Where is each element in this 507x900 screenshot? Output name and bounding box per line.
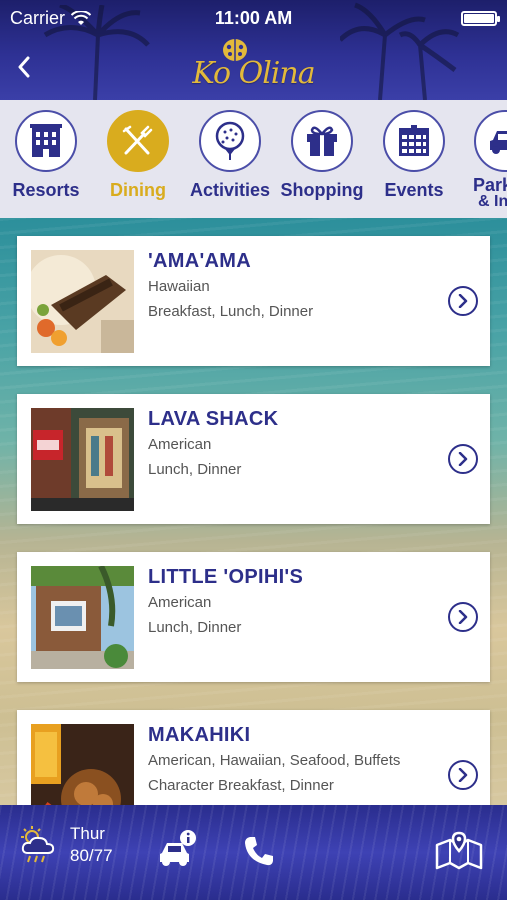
- category-icon-circle: [291, 110, 353, 172]
- battery-fill: [464, 14, 494, 23]
- restaurant-card[interactable]: LAVA SHACK American Lunch, Dinner: [17, 394, 490, 524]
- category-icon-circle: [474, 110, 507, 172]
- restaurant-cuisine: Hawaiian: [148, 278, 210, 295]
- category-icon-circle: [107, 110, 169, 172]
- restaurant-meals: Lunch, Dinner: [148, 619, 242, 636]
- app-header: Carrier 11:00 AM Ko Olina: [0, 0, 507, 100]
- category-icon-circle: [199, 110, 261, 172]
- category-label: Shopping: [280, 180, 364, 200]
- category-label: Resorts: [12, 180, 80, 200]
- restaurant-name: LITTLE 'OPIHI'S: [148, 566, 304, 588]
- chevron-right-icon[interactable]: [448, 602, 478, 632]
- bottom-toolbar: Thur 80/77: [0, 805, 507, 900]
- fork-knife-icon: [122, 125, 153, 155]
- clock: 11:00 AM: [214, 8, 293, 28]
- category-label: Events: [384, 180, 444, 200]
- category-resorts[interactable]: Resorts: [0, 110, 92, 201]
- category-icon-circle: [383, 110, 445, 172]
- category-events[interactable]: Events: [368, 110, 460, 201]
- restaurant-name: LAVA SHACK: [148, 408, 279, 430]
- status-bar: Carrier 11:00 AM: [0, 0, 507, 36]
- category-icon-circle: [15, 110, 77, 172]
- restaurant-meals: Lunch, Dinner: [148, 461, 242, 478]
- restaurant-photo: [31, 408, 134, 511]
- map-icon[interactable]: [434, 831, 484, 876]
- restaurant-cuisine: American: [148, 436, 212, 453]
- restaurant-meals: Character Breakfast, Dinner: [148, 777, 334, 794]
- category-shopping[interactable]: Shopping: [276, 110, 368, 201]
- phone-icon[interactable]: [243, 835, 275, 872]
- gift-icon: [307, 126, 337, 156]
- restaurant-photo: [31, 250, 134, 353]
- calendar-icon: [399, 125, 429, 156]
- cloud-sun-rain-icon: [21, 826, 55, 863]
- logo-text: Ko Olina: [192, 56, 315, 91]
- golf-ball-icon: [215, 121, 245, 160]
- restaurant-name: MAKAHIKI: [148, 724, 251, 746]
- battery-icon: [461, 11, 500, 26]
- restaurant-cuisine: American, Hawaiian, Seafood, Buffets: [148, 752, 401, 769]
- car-info-icon[interactable]: [158, 829, 198, 874]
- category-activities[interactable]: Activities: [184, 110, 276, 201]
- weather-widget[interactable]: Thur 80/77: [18, 823, 113, 867]
- category-label: Activities: [189, 180, 271, 200]
- building-icon: [30, 124, 62, 157]
- chevron-right-icon[interactable]: [448, 444, 478, 474]
- restaurant-card[interactable]: 'AMA'AMA Hawaiian Breakfast, Lunch, Dinn…: [17, 236, 490, 366]
- category-parking[interactable]: Park & In: [460, 110, 507, 210]
- category-label: Park: [473, 175, 507, 195]
- car-icon: [490, 131, 507, 154]
- restaurant-cuisine: American: [148, 594, 212, 611]
- chevron-right-icon[interactable]: [448, 286, 478, 316]
- restaurant-card[interactable]: LITTLE 'OPIHI'S American Lunch, Dinner: [17, 552, 490, 682]
- restaurant-meals: Breakfast, Lunch, Dinner: [148, 303, 314, 320]
- restaurant-name: 'AMA'AMA: [148, 250, 252, 272]
- weather-temps: 80/77: [70, 846, 113, 865]
- category-dining[interactable]: Dining: [92, 110, 184, 201]
- weather-text: Thur 80/77: [70, 823, 113, 867]
- category-label-line2: & In: [478, 193, 507, 210]
- restaurant-photo: [31, 566, 134, 669]
- category-label: Dining: [110, 180, 166, 200]
- category-bar: Resorts Dining Activities Shopping Event…: [0, 100, 507, 218]
- chevron-right-icon[interactable]: [448, 760, 478, 790]
- weather-day: Thur: [70, 824, 105, 843]
